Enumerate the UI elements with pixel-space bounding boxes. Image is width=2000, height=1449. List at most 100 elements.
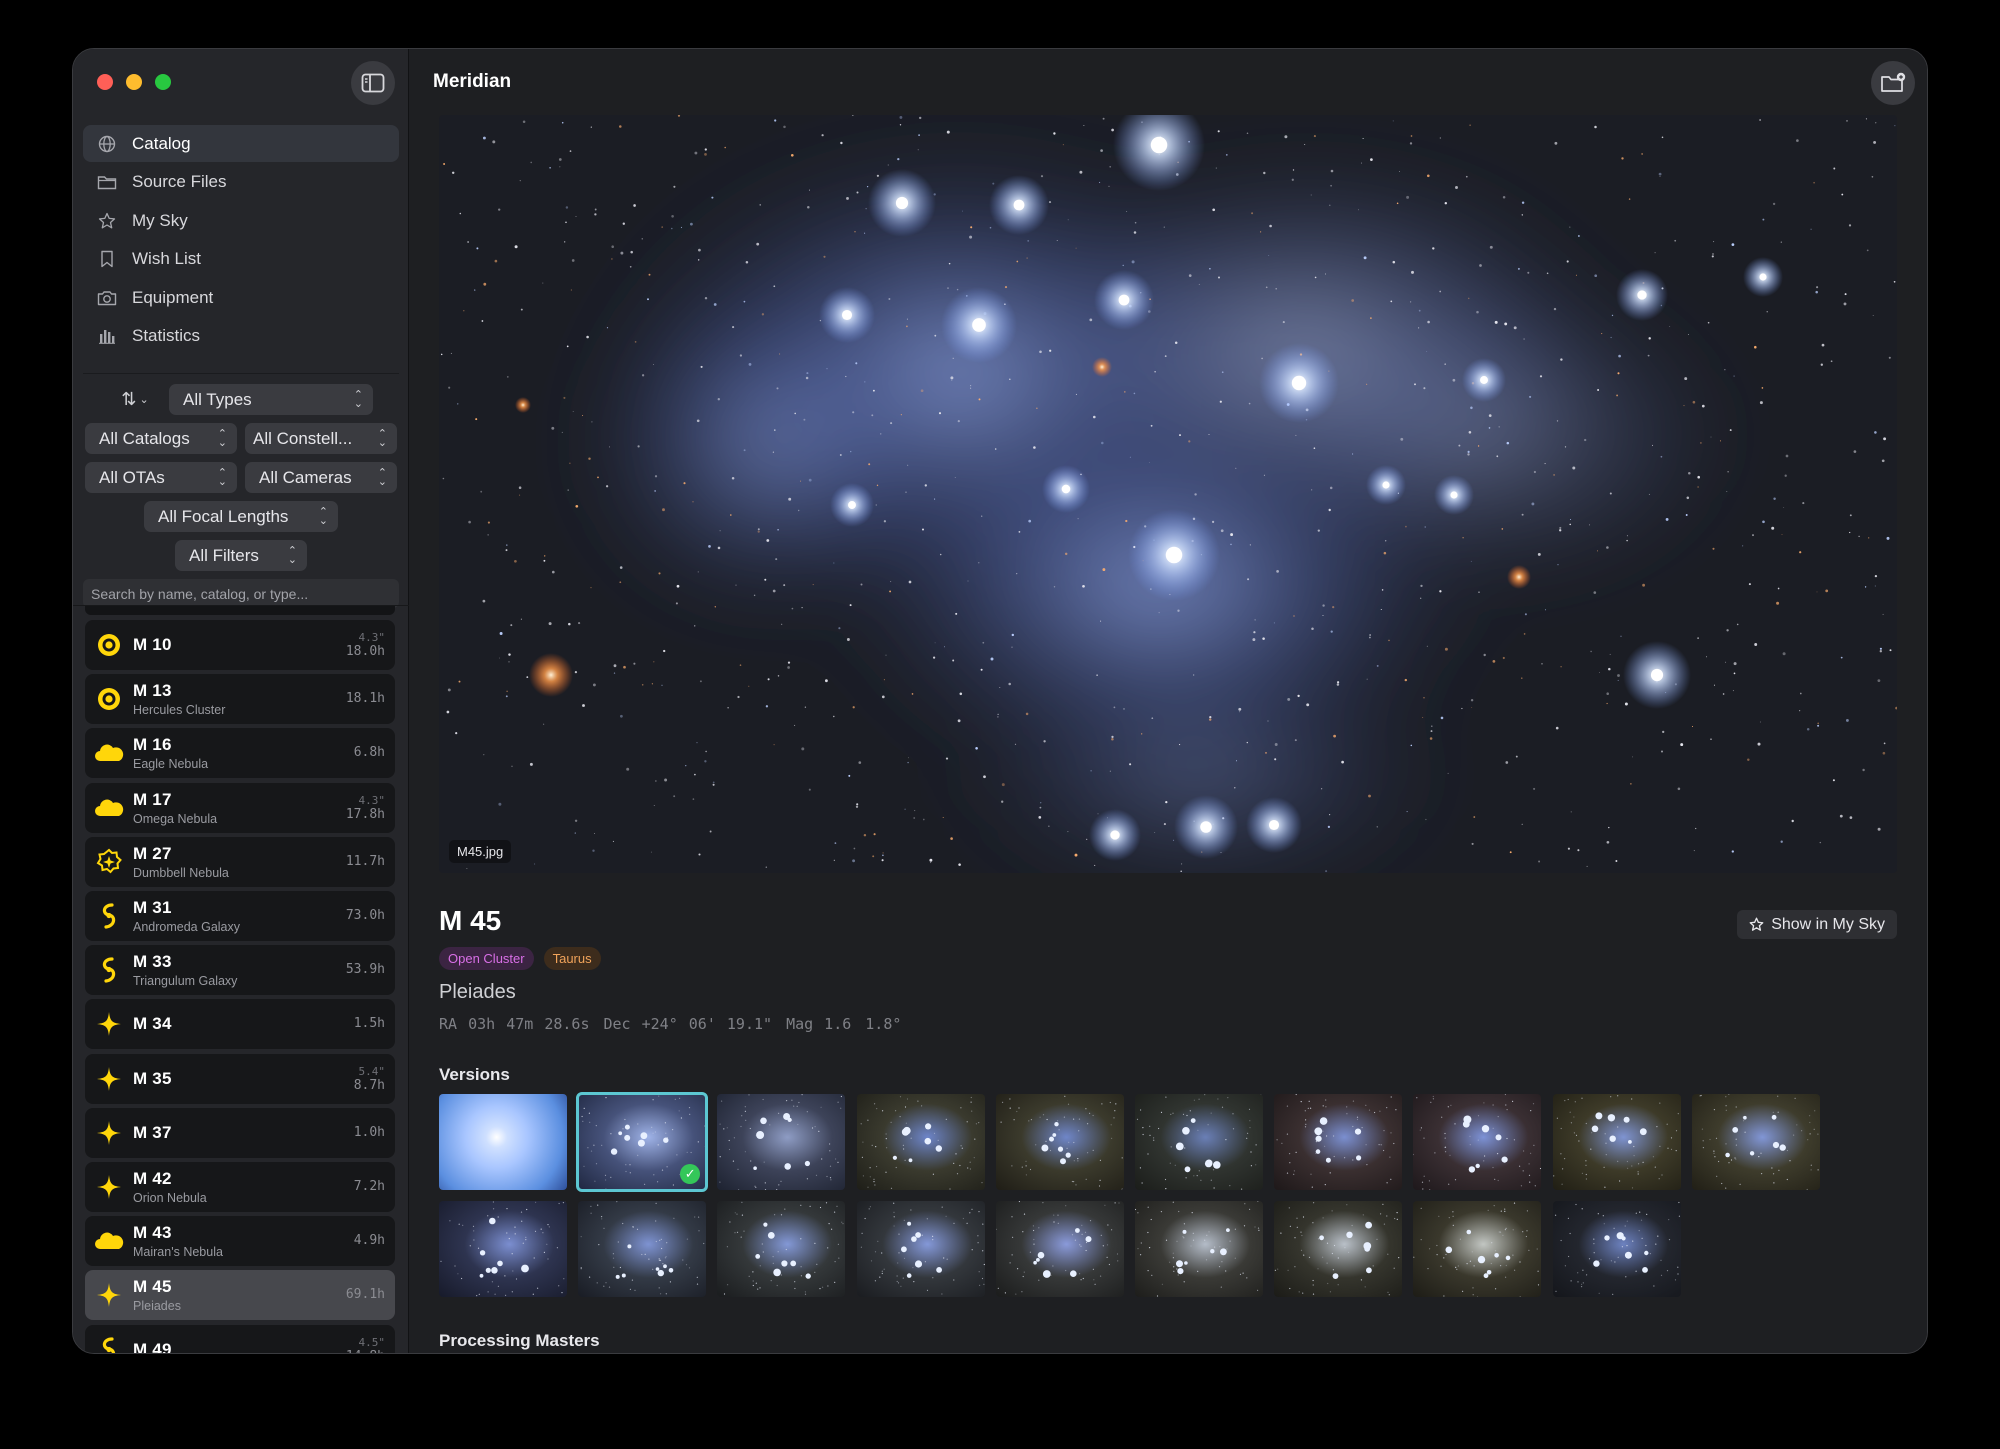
object-list-item[interactable]: M 31 Andromeda Galaxy 73.0h <box>85 891 395 941</box>
version-thumbnail[interactable] <box>1135 1094 1263 1190</box>
object-list-item[interactable]: M 42 Orion Nebula 7.2h <box>85 1162 395 1212</box>
object-text: M 43 Mairan's Nebula <box>133 1223 325 1259</box>
size-value: 1.8° <box>865 1015 902 1033</box>
object-common-name: Dumbbell Nebula <box>133 865 229 880</box>
version-thumbnail[interactable] <box>1274 1094 1403 1190</box>
search-field[interactable] <box>83 579 399 608</box>
version-thumbnail[interactable] <box>995 1201 1124 1297</box>
common-name: Pleiades <box>439 981 516 1003</box>
object-list-item[interactable]: M 16 Eagle Nebula 6.8h <box>85 728 395 779</box>
catalog-filter-value: All Catalogs <box>99 428 190 448</box>
nav-item-source-files[interactable]: Source Files <box>83 164 399 201</box>
version-thumbnail[interactable] <box>439 1201 567 1297</box>
thumbnail-preview <box>1552 1095 1679 1189</box>
object-list-item[interactable]: M 27 Dumbbell Nebula 11.7h <box>85 836 395 887</box>
open-cluster-icon <box>85 1011 133 1037</box>
type-filter-select[interactable]: All Types ⌃ ⌄ <box>169 384 373 415</box>
thumbnail-preview <box>1135 1201 1260 1297</box>
version-thumbnail[interactable] <box>717 1094 846 1190</box>
object-list-item[interactable]: M 33 Triangulum Galaxy 53.9h <box>85 945 395 996</box>
version-thumbnail[interactable] <box>717 1201 846 1297</box>
object-text: M 42 Orion Nebula <box>133 1169 325 1205</box>
object-text: M 16 Eagle Nebula <box>133 735 325 771</box>
close-window-button[interactable] <box>97 74 113 90</box>
add-folder-button[interactable] <box>1871 61 1915 105</box>
thumbnail-preview <box>580 1201 705 1295</box>
versions-heading: Versions <box>439 1065 510 1084</box>
version-thumbnail[interactable] <box>1691 1094 1820 1190</box>
thumbnail-preview <box>719 1094 843 1190</box>
object-list-item[interactable]: M 10 4.3" 18.0h <box>85 620 395 670</box>
thumbnail-preview <box>995 1201 1120 1295</box>
object-list: M 10 4.3" 18.0h M 13 Hercules Cluster 18… <box>73 605 409 1353</box>
version-thumbnail[interactable] <box>995 1094 1124 1190</box>
version-thumbnail[interactable] <box>1135 1201 1263 1297</box>
object-meta: 1.5h <box>325 1017 395 1031</box>
sidebar-toggle-button[interactable] <box>351 61 395 105</box>
version-thumbnail[interactable] <box>1413 1094 1542 1190</box>
updown-chevron-icon: ⌃ ⌄ <box>217 466 227 488</box>
object-list-item[interactable]: M 49 4.5" 14.8h <box>85 1324 395 1353</box>
camera-filter-select[interactable]: All Cameras ⌃ ⌄ <box>245 462 397 493</box>
coordinates: RA 03h 47m 28.6s Dec +24° 06' 19.1" Mag 1.… <box>439 1015 915 1033</box>
nav-item-catalog[interactable]: Catalog <box>83 125 399 162</box>
filters-filter-select[interactable]: All Filters ⌃ ⌄ <box>175 540 307 571</box>
detail-pane: Meridian M45.jpg M 45 Open Cluster Tauru… <box>409 49 1927 1353</box>
nav-item-statistics[interactable]: Statistics <box>83 318 399 355</box>
object-meta: 4.3" 18.0h <box>325 631 395 659</box>
zoom-window-button[interactable] <box>155 74 171 90</box>
object-meta: 53.9h <box>325 963 395 977</box>
version-thumbnail[interactable] <box>1413 1201 1542 1297</box>
object-list-item[interactable]: M 17 Omega Nebula 4.3" 17.8h <box>85 782 395 833</box>
object-list-item[interactable]: M 43 Mairan's Nebula 4.9h <box>85 1216 395 1267</box>
object-hours: 7.2h <box>353 1179 385 1194</box>
focal-length-filter-select[interactable]: All Focal Lengths ⌃ ⌄ <box>144 501 338 532</box>
chevron-down-icon: ⌄ <box>139 394 149 406</box>
nav-label: Equipment <box>132 287 214 307</box>
object-list-item[interactable]: M 35 5.4" 8.7h <box>85 1053 395 1104</box>
version-thumbnail[interactable] <box>856 1201 985 1297</box>
nav-item-equipment[interactable]: Equipment <box>83 279 399 316</box>
updown-chevron-icon: ⌃ ⌄ <box>217 427 227 449</box>
object-list-item[interactable]: M 45 Pleiades 69.1h <box>85 1270 395 1321</box>
object-hours: 11.7h <box>345 853 385 869</box>
camera-icon <box>96 287 118 309</box>
search-input[interactable] <box>91 585 399 602</box>
minimize-window-button[interactable] <box>126 74 142 90</box>
nav-item-my-sky[interactable]: My Sky <box>83 202 399 239</box>
thumbnail-preview <box>1000 1095 1123 1190</box>
show-in-my-sky-button[interactable]: Show in My Sky <box>1737 910 1897 939</box>
object-list-item[interactable]: M 34 1.5h <box>85 999 395 1050</box>
version-thumbnail[interactable] <box>439 1094 567 1190</box>
object-name: M 27 <box>133 843 172 863</box>
thumbnail-preview <box>1274 1202 1400 1296</box>
object-text: M 35 <box>133 1069 325 1089</box>
type-filter-value: All Types <box>183 389 252 409</box>
version-thumbnail[interactable] <box>578 1201 707 1297</box>
nav-item-wish-list[interactable]: Wish List <box>83 241 399 278</box>
constellation-tag[interactable]: Taurus <box>543 947 601 970</box>
constellation-filter-select[interactable]: All Constell... ⌃ ⌄ <box>245 423 397 454</box>
focal-length-filter-value: All Focal Lengths <box>158 506 289 526</box>
nav-label: Statistics <box>132 326 201 346</box>
object-list-item[interactable]: M 37 1.0h <box>85 1107 395 1158</box>
version-thumbnail[interactable] <box>856 1094 985 1190</box>
open-cluster-icon <box>85 1120 133 1146</box>
ota-filter-select[interactable]: All OTAs ⌃ ⌄ <box>85 462 237 493</box>
thumbnail-preview <box>1413 1202 1540 1297</box>
catalog-filter-select[interactable]: All Catalogs ⌃ ⌄ <box>85 423 237 454</box>
thumbnail-preview <box>1136 1094 1262 1190</box>
object-name: M 37 <box>133 1122 172 1142</box>
object-list-item[interactable]: M 13 Hercules Cluster 18.1h <box>85 674 395 725</box>
object-common-name: Andromeda Galaxy <box>133 920 241 934</box>
sort-button[interactable]: ⇅ ⌄ <box>109 384 161 415</box>
version-thumbnail[interactable] <box>1552 1094 1681 1190</box>
version-thumbnail[interactable] <box>1274 1201 1403 1297</box>
hero-image[interactable]: M45.jpg <box>439 115 1897 873</box>
version-thumbnail[interactable] <box>1552 1201 1681 1297</box>
version-thumbnail[interactable]: ✓ <box>576 1092 709 1192</box>
list-item-partial[interactable] <box>85 606 395 615</box>
type-tag[interactable]: Open Cluster <box>439 947 534 970</box>
object-meta: 11.7h <box>325 853 395 869</box>
object-meta: 6.8h <box>325 746 395 760</box>
